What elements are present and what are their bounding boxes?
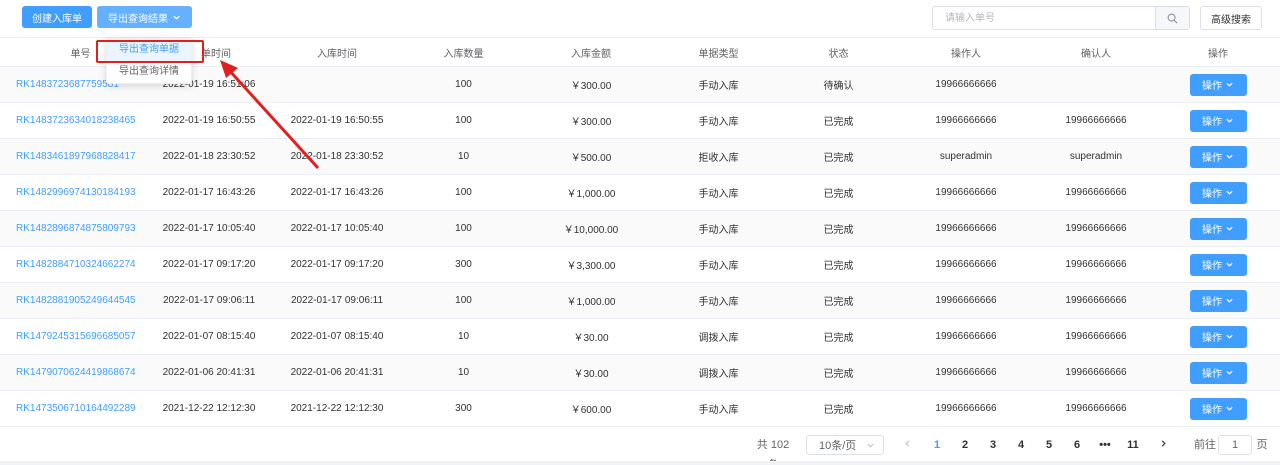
stock-in-page: 创建入库单 导出查询结果 高级搜索 单号单时间入库时间入库数量入库金额单据类型状… bbox=[0, 0, 1280, 465]
annotation-arrow bbox=[220, 60, 320, 170]
